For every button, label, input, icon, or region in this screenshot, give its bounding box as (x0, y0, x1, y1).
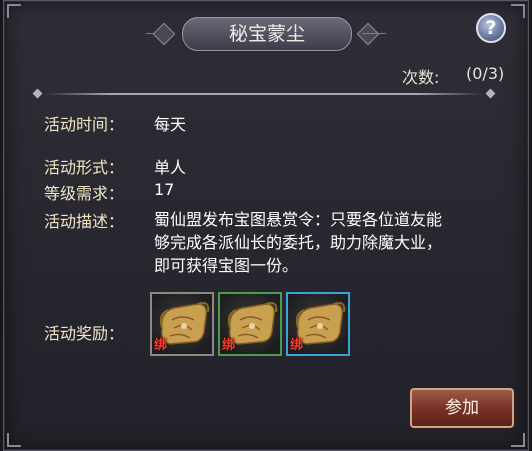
reward-slot[interactable]: 绑 (286, 292, 350, 356)
activity-description: 蜀仙盟发布宝图悬赏令：只要各位道友能 够完成各派仙长的委托，助力除魔大业， 即可… (154, 208, 504, 277)
attempts-value: (0/3) (466, 64, 505, 83)
title-ornament (356, 22, 380, 46)
join-button[interactable]: 参加 (410, 388, 514, 428)
activity-reward-label: 活动奖励： (44, 324, 125, 343)
activity-form-value: 单人 (154, 158, 187, 177)
frame-corner (511, 433, 525, 447)
level-requirement-label: 等级需求： (44, 184, 125, 203)
title-ornament (152, 22, 176, 46)
dialog-title: 秘宝蒙尘 (228, 23, 305, 45)
divider-line (44, 93, 484, 95)
activity-time-label: 活动时间： (44, 115, 125, 134)
frame-corner (511, 4, 525, 18)
description-line: 蜀仙盟发布宝图悬赏令：只要各位道友能 (154, 210, 443, 229)
attempts-label: 次数: (402, 68, 440, 87)
activity-form-label: 活动形式： (44, 158, 125, 177)
activity-description-label: 活动描述： (44, 212, 125, 231)
level-requirement-value: 17 (154, 180, 175, 199)
dialog-title-banner: 秘宝蒙尘 (146, 17, 386, 51)
reward-slot[interactable]: 绑 (150, 292, 214, 356)
bound-tag: 绑 (222, 338, 236, 353)
reward-slot[interactable]: 绑 (218, 292, 282, 356)
title-ornament-line (362, 33, 386, 34)
frame-corner (7, 4, 21, 18)
description-line: 够完成各派仙长的委托，助力除魔大业， (154, 233, 443, 252)
title-bar: 秘宝蒙尘 (182, 17, 352, 51)
description-line: 即可获得宝图一份。 (154, 256, 299, 275)
frame-corner (7, 433, 21, 447)
header-divider (32, 88, 496, 99)
help-button[interactable]: ? (476, 13, 506, 43)
activity-time-value: 每天 (154, 115, 187, 134)
bound-tag: 绑 (290, 338, 304, 353)
bound-tag: 绑 (154, 338, 168, 353)
